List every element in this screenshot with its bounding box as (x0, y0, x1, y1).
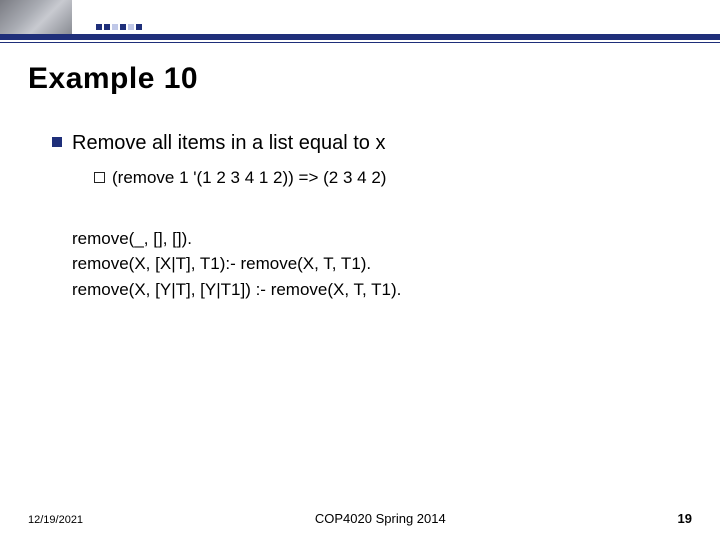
banner-rule-thick (0, 34, 720, 40)
code-line: remove(X, [X|T], T1):- remove(X, T, T1). (72, 251, 692, 277)
code-block: remove(_, [], []). remove(X, [X|T], T1):… (28, 226, 692, 303)
footer-page-number: 19 (678, 511, 692, 526)
bullet-text: Remove all items in a list equal to x (72, 132, 385, 154)
footer-date: 12/19/2021 (28, 514, 83, 526)
slide-title: Example 10 (28, 62, 692, 96)
banner-image (0, 0, 72, 34)
footer-course: COP4020 Spring 2014 (315, 511, 446, 526)
banner-rule-thin (0, 42, 720, 43)
banner-decor-boxes (96, 24, 142, 30)
bullet-subitem: (remove 1 '(1 2 3 4 1 2)) => (2 3 4 2) (94, 167, 692, 190)
code-line: remove(_, [], []). (72, 226, 692, 252)
bullet-list-level1: Remove all items in a list equal to x (r… (28, 130, 692, 190)
bullet-item: Remove all items in a list equal to x (r… (52, 130, 692, 190)
bullet-list-level2: (remove 1 '(1 2 3 4 1 2)) => (2 3 4 2) (72, 167, 692, 190)
slide-banner (0, 0, 720, 48)
slide-footer: 12/19/2021 COP4020 Spring 2014 19 (0, 511, 720, 526)
bullet-subtext: (remove 1 '(1 2 3 4 1 2)) => (2 3 4 2) (112, 168, 386, 187)
code-line: remove(X, [Y|T], [Y|T1]) :- remove(X, T,… (72, 277, 692, 303)
slide-content: Example 10 Remove all items in a list eq… (0, 48, 720, 302)
